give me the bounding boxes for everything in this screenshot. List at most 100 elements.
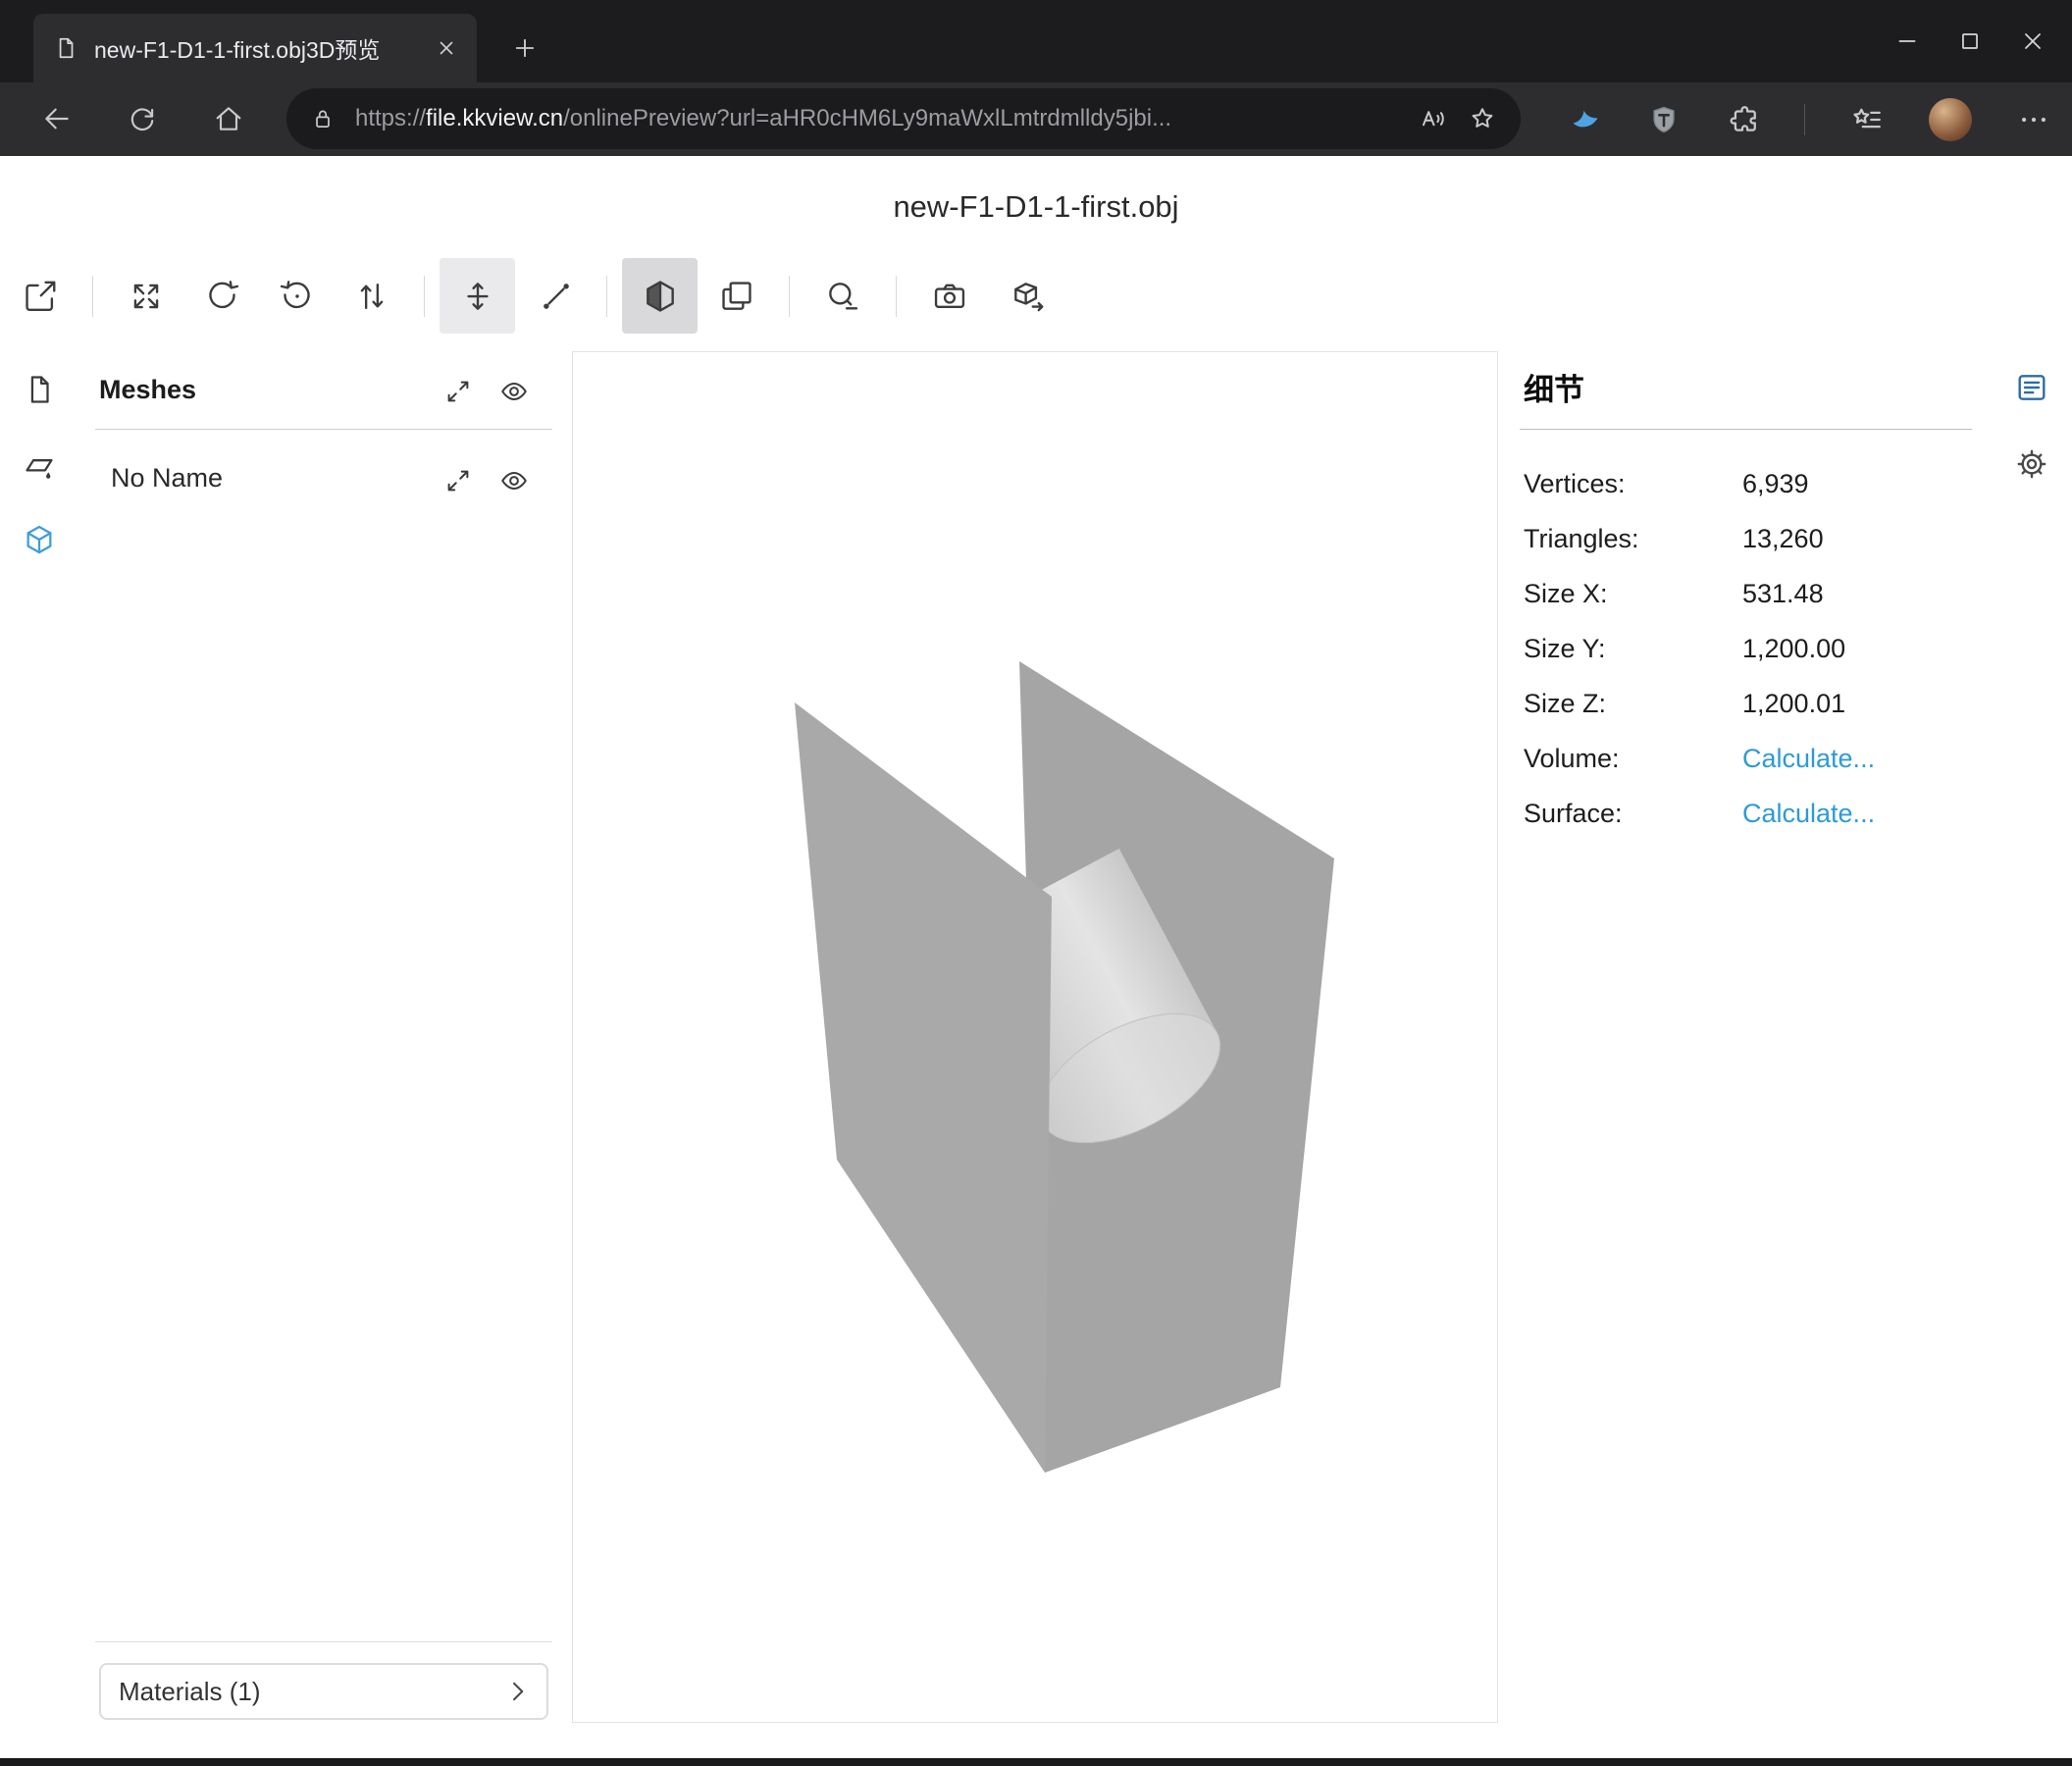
mesh-item-visibility-button[interactable] <box>492 459 536 502</box>
url-scheme: https:// <box>355 105 426 131</box>
measure-circle-button[interactable] <box>804 258 880 334</box>
panel-divider <box>1520 429 1972 430</box>
rotate-orbit-button[interactable] <box>183 258 259 334</box>
details-rows: Vertices: 6,939 Triangles: 13,260 Size X… <box>1524 456 1975 841</box>
close-window-button[interactable] <box>2001 0 2064 82</box>
address-bar[interactable]: https://file.kkview.cn/onlinePreview?url… <box>286 88 1521 149</box>
shield-extension-icon[interactable] <box>1647 103 1681 136</box>
detail-row-triangles: Triangles: 13,260 <box>1524 511 1975 566</box>
model-cube-icon <box>23 523 56 556</box>
file-info-icon <box>23 373 56 406</box>
viewport-3d[interactable] <box>572 351 1498 1723</box>
cube-copy-view-button[interactable] <box>699 258 774 334</box>
cube-section-view-button[interactable] <box>622 258 698 334</box>
detail-row-size-y: Size Y: 1,200.00 <box>1524 621 1975 676</box>
flip-vertical-button[interactable] <box>334 258 409 334</box>
detail-label: Vertices: <box>1524 469 1742 499</box>
measure-circle-icon <box>824 278 861 315</box>
fit-view-button[interactable] <box>108 258 183 334</box>
refresh-icon <box>127 103 158 134</box>
extensions-puzzle-icon[interactable] <box>1726 103 1759 136</box>
open-model-icon <box>22 278 59 315</box>
detail-row-surface: Surface: Calculate... <box>1524 786 1975 841</box>
materials-button-label: Materials (1) <box>119 1677 503 1707</box>
tab-favicon-document-icon <box>53 35 78 61</box>
page-title: new-F1-D1-1-first.obj <box>0 189 2072 225</box>
refresh-button[interactable] <box>115 91 170 146</box>
detail-value: 13,260 <box>1742 524 1824 554</box>
panel-divider <box>95 1641 552 1642</box>
tab-close-icon[interactable] <box>436 37 457 59</box>
toolbar-divider <box>896 276 897 317</box>
rotate-orbit-alt-button[interactable] <box>259 258 335 334</box>
sidebar-materials-button[interactable] <box>12 438 67 493</box>
calculate-surface-link[interactable]: Calculate... <box>1742 799 1875 829</box>
new-tab-button[interactable] <box>502 26 547 71</box>
details-panel-header: 细节 <box>1524 365 1584 409</box>
plus-icon <box>511 34 539 62</box>
detail-label: Size X: <box>1524 579 1742 609</box>
cube-copy-view-icon <box>718 278 755 315</box>
viewer-settings-button[interactable] <box>2006 439 2057 490</box>
meshes-fit-button[interactable] <box>437 370 480 413</box>
settings-gear-icon <box>2014 446 2049 482</box>
export-view-button[interactable] <box>990 258 1065 334</box>
open-model-button[interactable] <box>2 258 78 334</box>
details-list-toggle-button[interactable] <box>2006 362 2057 413</box>
meshes-visibility-button[interactable] <box>492 370 536 413</box>
tab-title: new-F1-D1-1-first.obj3D预览 <box>94 31 420 65</box>
bird-extension-icon[interactable] <box>1569 103 1602 136</box>
home-button[interactable] <box>201 91 256 146</box>
flip-vertical-icon <box>353 278 390 315</box>
measure-line-icon <box>538 278 575 315</box>
cube-section-view-icon <box>642 278 679 315</box>
url-path: /onlinePreview?url=aHR0cHM6Ly9maWxlLmtrd… <box>563 105 1171 131</box>
maximize-button[interactable] <box>1939 0 2001 82</box>
fit-view-icon <box>443 466 473 495</box>
model-render <box>573 352 1497 1722</box>
toolbar-divider <box>92 276 93 317</box>
lock-icon <box>310 106 336 131</box>
materials-sheet-icon <box>23 448 56 482</box>
move-axis-icon <box>459 278 496 315</box>
toolbar-divider <box>1804 104 1805 135</box>
panel-divider <box>95 429 552 430</box>
mesh-list-item[interactable]: No Name <box>111 463 223 493</box>
close-icon <box>2020 28 2046 54</box>
meshes-panel-header: Meshes <box>99 375 196 405</box>
materials-button[interactable]: Materials (1) <box>99 1663 548 1720</box>
toolbar-divider <box>424 276 425 317</box>
settings-menu-dots-icon[interactable] <box>2017 103 2050 136</box>
sidebar-model-cube-button[interactable] <box>12 512 67 567</box>
mesh-item-fit-button[interactable] <box>437 459 480 502</box>
browser-titlebar: new-F1-D1-1-first.obj3D预览 <box>0 0 2072 82</box>
back-button[interactable] <box>29 91 84 146</box>
details-list-icon <box>2014 370 2049 405</box>
camera-icon <box>931 278 968 315</box>
profile-avatar[interactable] <box>1929 98 1972 141</box>
favorites-hub-icon[interactable] <box>1850 103 1884 136</box>
url-text: https://file.kkview.cn/onlinePreview?url… <box>355 105 1399 132</box>
calculate-volume-link[interactable]: Calculate... <box>1742 744 1875 774</box>
detail-row-volume: Volume: Calculate... <box>1524 731 1975 786</box>
minimize-button[interactable] <box>1876 0 1939 82</box>
detail-row-vertices: Vertices: 6,939 <box>1524 456 1975 511</box>
viewer-toolbar <box>0 258 1099 335</box>
detail-label: Surface: <box>1524 799 1742 829</box>
chevron-right-icon <box>503 1678 531 1705</box>
detail-value: 1,200.00 <box>1742 634 1845 664</box>
detail-row-size-z: Size Z: 1,200.01 <box>1524 676 1975 731</box>
measure-line-button[interactable] <box>518 258 594 334</box>
read-aloud-icon[interactable] <box>1419 104 1448 133</box>
model-plane-left <box>795 702 1052 1473</box>
sidebar-file-info-button[interactable] <box>12 362 67 417</box>
visibility-eye-icon <box>499 466 529 495</box>
maximize-icon <box>1957 28 1983 54</box>
fit-view-icon <box>443 377 473 406</box>
favorite-star-icon[interactable] <box>1468 104 1497 133</box>
camera-snapshot-button[interactable] <box>911 258 987 334</box>
move-axis-button[interactable] <box>440 258 515 334</box>
browser-tab[interactable]: new-F1-D1-1-first.obj3D预览 <box>33 14 477 82</box>
export-view-icon <box>1010 278 1047 315</box>
browser-navbar: https://file.kkview.cn/onlinePreview?url… <box>0 82 2072 156</box>
